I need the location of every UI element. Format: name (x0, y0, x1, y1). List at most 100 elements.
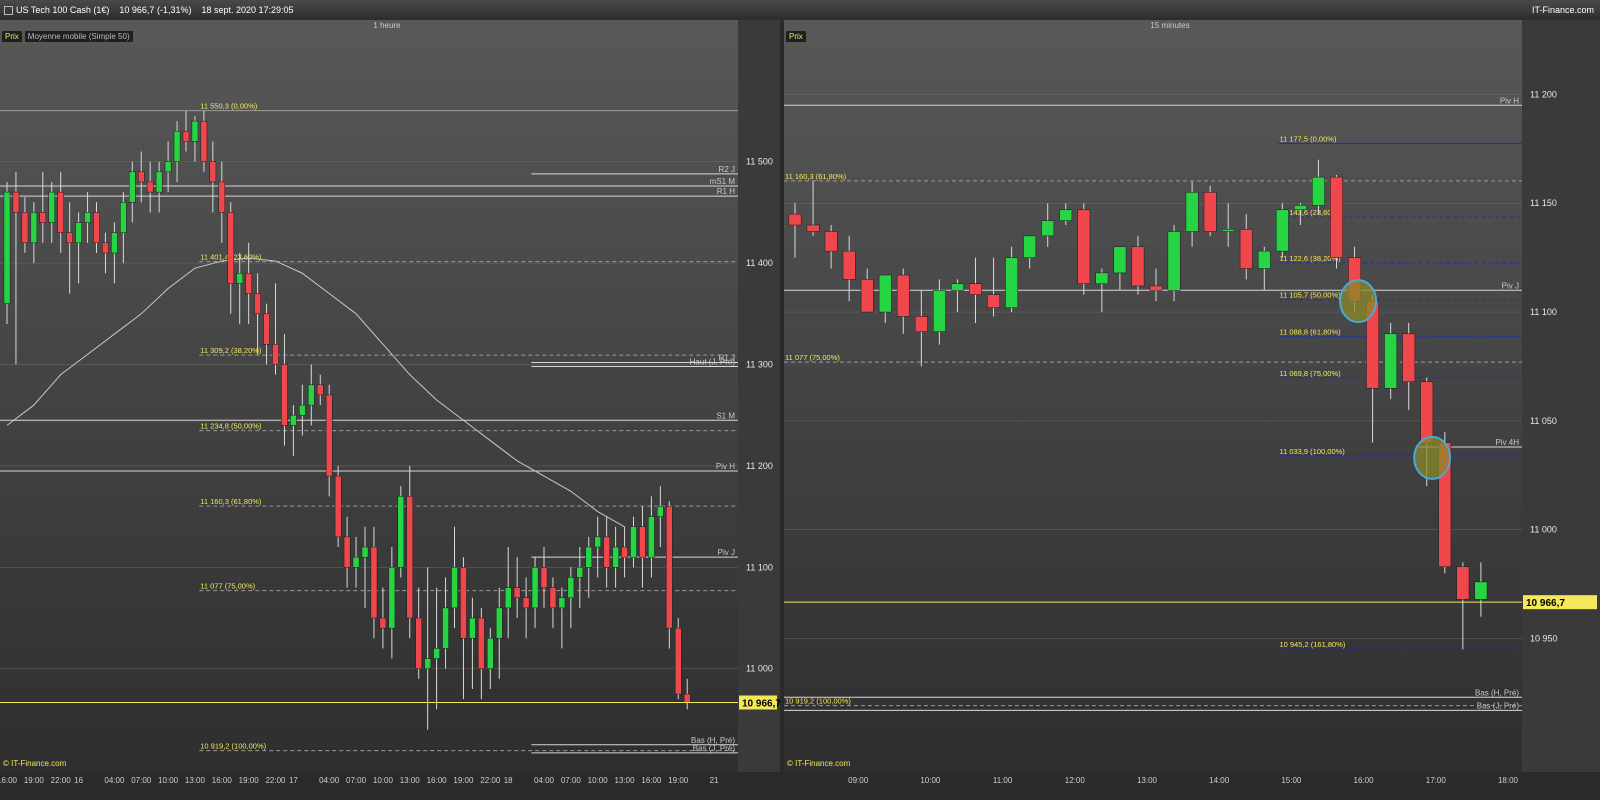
R-candle-body (878, 274, 892, 313)
L-fib-level-label: 11 309,2 (38,20%) (200, 346, 262, 355)
L-x-tick-label: 10:00 (588, 776, 609, 785)
R-candle-body (1149, 285, 1163, 291)
L-x-tick-label: 19:00 (453, 776, 474, 785)
R-candle-body (896, 274, 910, 317)
window-icon[interactable] (4, 6, 13, 15)
R-fib-level-label: 11 033,9 (100,00%) (1279, 447, 1345, 456)
R-fib-level-label: 10 945,2 (161,80%) (1279, 640, 1345, 649)
chart-title-15m: 15 minutes (1150, 21, 1190, 30)
L-candle-body (558, 597, 566, 609)
chart-panel-15m[interactable]: 11 200 11 150 11 100 11 050 11 000 10 950 09:0… (784, 20, 1600, 800)
R-pivot-label: Piv 4H (1495, 438, 1519, 447)
R-price-axis-bg (1522, 20, 1600, 772)
L-candle-body (102, 242, 109, 254)
L-y-tick-label: 11 500 (746, 157, 773, 167)
L-x-tick-label: 07:00 (561, 776, 582, 785)
R-candle-body (914, 316, 928, 332)
R-candle-body (1420, 381, 1434, 443)
L-candle-body (254, 293, 261, 315)
L-candle-body (504, 587, 512, 609)
R-x-tick-label: 14:00 (1209, 776, 1230, 785)
tag-sma-1h[interactable]: Moyenne mobile (Simple 50) (24, 31, 133, 42)
R-y-tick-label: 11 000 (1530, 525, 1557, 535)
chart-15m-svg[interactable]: 11 200 11 150 11 100 11 050 11 000 10 950 09:0… (784, 20, 1600, 800)
L-pivot-label: S1 M (716, 411, 735, 420)
L-candle-body (666, 506, 673, 629)
L-candle-body (263, 313, 270, 345)
L-candle-body (343, 536, 351, 568)
L-candle-body (549, 587, 557, 609)
L-candle-body (621, 546, 628, 558)
tag-prix-15m[interactable]: Prix (786, 31, 806, 42)
L-candle-body (191, 120, 199, 142)
L-x-tick-label: 10:00 (158, 776, 179, 785)
instrument-price: 10 966,7 (-1,31%) (119, 5, 192, 15)
R-candle-body (951, 283, 964, 291)
L-plot-background (0, 20, 738, 772)
L-candle-body (460, 567, 467, 639)
R-candle-body (1330, 176, 1343, 258)
R-candle-body (1203, 192, 1217, 232)
quote-datetime: 18 sept. 2020 17:29:05 (201, 5, 294, 15)
R-candle-body (1312, 176, 1325, 206)
chart-1h-svg[interactable]: 11 500 11 400 11 300 11 200 11 100 11 000 16:0… (0, 20, 780, 800)
L-candle-body (334, 475, 342, 538)
L-candle-body (630, 526, 637, 558)
R-candle-body (1041, 220, 1055, 237)
L-candle-body (567, 577, 575, 598)
R-x-tick-label: 18:00 (1498, 776, 1519, 785)
R-time-axis-bg (784, 772, 1600, 800)
L-price-axis-bg (738, 20, 780, 772)
R-x-tick-label: 13:00 (1137, 776, 1158, 785)
instrument-info: US Tech 100 Cash (1€) 10 966,7 (-1,31%) … (16, 5, 294, 15)
L-fib-level-label: 10 919,2 (100,00%) (200, 742, 266, 751)
R-candle-body (1059, 209, 1073, 221)
R-pivot-label: Bas (H, Pré) (1475, 688, 1519, 697)
L-pivot-label: mS1 M (710, 177, 736, 186)
R-candle-body (788, 213, 802, 226)
R-x-tick-label: 09:00 (848, 776, 869, 785)
L-candle-body (379, 617, 387, 629)
R-candle-body (1275, 209, 1289, 252)
credit-1h: © IT-Finance.com (3, 759, 67, 768)
L-x-tick-label: 13:00 (185, 776, 206, 785)
L-candle-body (469, 617, 476, 639)
tag-prix-1h[interactable]: Prix (2, 31, 22, 42)
L-x-tick-label: 22:00 (265, 776, 286, 785)
L-candle-body (245, 272, 252, 294)
R-highlight-circle (1339, 279, 1378, 324)
L-candle-body (84, 212, 91, 223)
L-candle-body (299, 404, 306, 416)
L-pivot-label: R2 J (719, 165, 735, 174)
L-candle-body (21, 212, 29, 244)
L-candle-body (370, 546, 378, 619)
L-candle-body (66, 232, 73, 244)
R-fib-level-label: 11 160,3 (61,80%) (785, 172, 847, 181)
R-x-tick-label: 16:00 (1354, 776, 1375, 785)
R-candle-body (842, 250, 856, 280)
L-candle-body (182, 131, 190, 142)
R-x-tick-label: 15:00 (1281, 776, 1302, 785)
R-candle-body (824, 231, 838, 252)
L-fib-level-label: 11 077 (75,00%) (200, 582, 255, 591)
L-candle-body (290, 414, 297, 426)
L-candle-body (657, 506, 664, 517)
R-y-tick-label: 11 050 (1530, 416, 1557, 426)
R-candle-body (1239, 229, 1253, 269)
chart-panel-1h[interactable]: 11 500 11 400 11 300 11 200 11 100 11 000 16:0… (0, 20, 780, 800)
R-candle-body (1113, 246, 1127, 274)
R-fib-level-label: 11 177,5 (0,00%) (1279, 134, 1336, 143)
L-candle-body (361, 546, 369, 558)
L-candle-body (155, 171, 163, 193)
L-candle-body (120, 202, 127, 233)
L-candle-body (218, 181, 226, 213)
L-x-tick-label: 16:00 (212, 776, 233, 785)
L-candle-body (173, 131, 181, 162)
L-candle-body (612, 546, 619, 568)
L-last-price-label: 10 966,7 (742, 699, 780, 710)
L-pivot-label: Bas (J, Pré) (693, 744, 736, 753)
R-candle-body (1023, 235, 1037, 258)
R-plot-background (784, 20, 1522, 772)
L-x-tick-label: 17 (289, 776, 298, 785)
L-candle-body (200, 120, 208, 162)
